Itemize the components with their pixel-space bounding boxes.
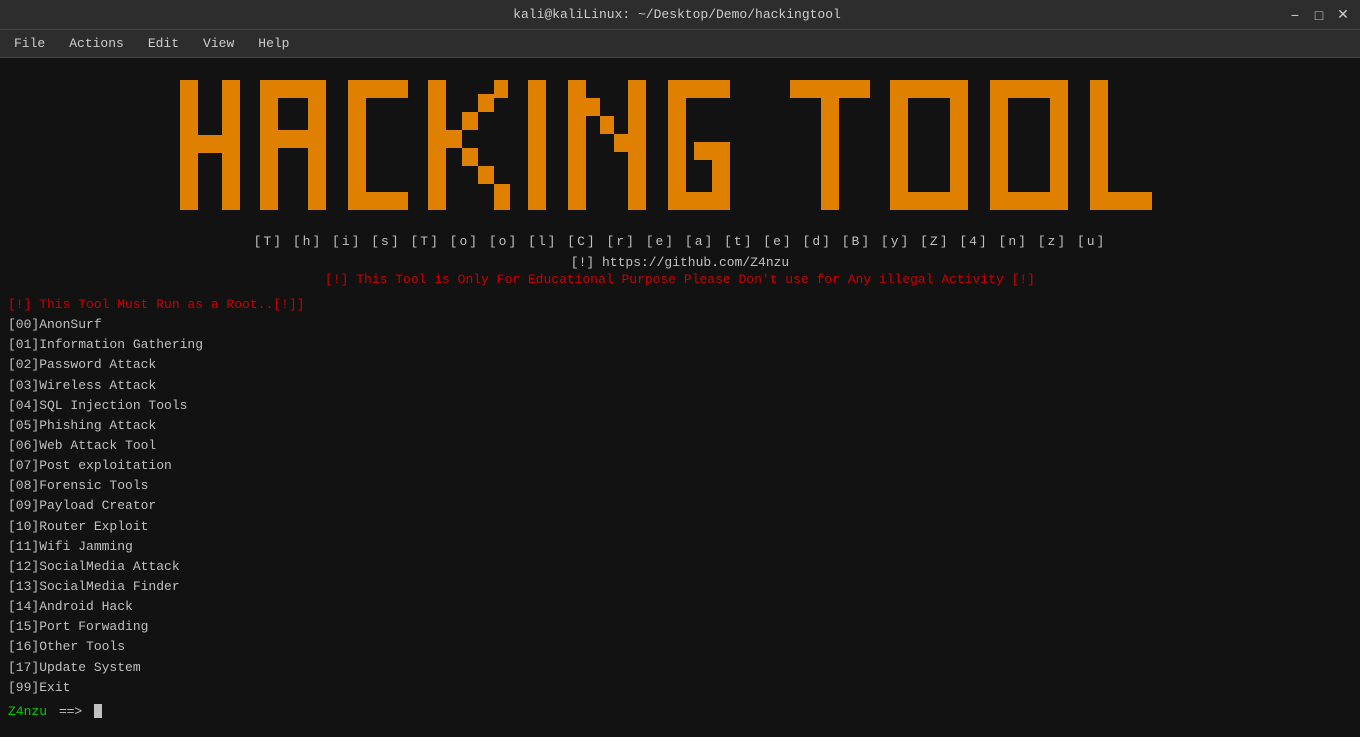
- title-bar: kali@kaliLinux: ~/Desktop/Demo/hackingto…: [0, 0, 1360, 30]
- menu-item-3[interactable]: [03]Wireless Attack: [8, 376, 1352, 396]
- menu-item-9[interactable]: [09]Payload Creator: [8, 496, 1352, 516]
- menu-item-0[interactable]: [00]AnonSurf: [8, 315, 1352, 335]
- menu-item-5[interactable]: [05]Phishing Attack: [8, 416, 1352, 436]
- menu-item-13[interactable]: [13]SocialMedia Finder: [8, 577, 1352, 597]
- warning-line: [!] This Tool is Only For Educational Pu…: [8, 272, 1352, 287]
- github-line: [!] https://github.com/Z4nzu: [8, 255, 1352, 270]
- banner-container: .px { fill: #e08000; }: [8, 70, 1352, 230]
- menu-item-6[interactable]: [06]Web Attack Tool: [8, 436, 1352, 456]
- minimize-button[interactable]: −: [1286, 6, 1304, 24]
- menu-item-18[interactable]: [99]Exit: [8, 678, 1352, 698]
- menu-item-15[interactable]: [15]Port Forwading: [8, 617, 1352, 637]
- menu-actions[interactable]: Actions: [59, 33, 134, 54]
- prompt-username: Z4nzu: [8, 704, 47, 719]
- menu-items-container: [00]AnonSurf[01]Information Gathering[02…: [8, 315, 1352, 698]
- maximize-button[interactable]: □: [1310, 6, 1328, 24]
- close-button[interactable]: ✕: [1334, 6, 1352, 24]
- menu-item-12[interactable]: [12]SocialMedia Attack: [8, 557, 1352, 577]
- root-warning-text: [!] This Tool Must Run as a Root..[!]]: [8, 295, 1352, 315]
- menu-edit[interactable]: Edit: [138, 33, 189, 54]
- subtitle-line: [T] [h] [i] [s] [T] [o] [o] [l] [C] [r] …: [8, 234, 1352, 249]
- menu-item-17[interactable]: [17]Update System: [8, 658, 1352, 678]
- prompt-line: Z4nzu ==>: [8, 704, 1352, 719]
- menu-view[interactable]: View: [193, 33, 244, 54]
- menu-item-16[interactable]: [16]Other Tools: [8, 637, 1352, 657]
- cursor: [94, 704, 102, 718]
- terminal: .px { fill: #e08000; }: [0, 58, 1360, 737]
- menu-bar: File Actions Edit View Help: [0, 30, 1360, 58]
- menu-help[interactable]: Help: [248, 33, 299, 54]
- menu-item-10[interactable]: [10]Router Exploit: [8, 517, 1352, 537]
- menu-item-2[interactable]: [02]Password Attack: [8, 355, 1352, 375]
- menu-item-8[interactable]: [08]Forensic Tools: [8, 476, 1352, 496]
- menu-item-14[interactable]: [14]Android Hack: [8, 597, 1352, 617]
- window-controls[interactable]: − □ ✕: [1286, 6, 1352, 24]
- window-title: kali@kaliLinux: ~/Desktop/Demo/hackingto…: [68, 7, 1286, 22]
- menu-item-7[interactable]: [07]Post exploitation: [8, 456, 1352, 476]
- menu-list: [!] This Tool Must Run as a Root..[!]] […: [8, 295, 1352, 698]
- hacking-tool-banner: .px { fill: #e08000; }: [170, 70, 1190, 230]
- menu-item-11[interactable]: [11]Wifi Jamming: [8, 537, 1352, 557]
- menu-item-1[interactable]: [01]Information Gathering: [8, 335, 1352, 355]
- menu-item-4[interactable]: [04]SQL Injection Tools: [8, 396, 1352, 416]
- prompt-arrow: ==>: [51, 704, 90, 719]
- menu-file[interactable]: File: [4, 33, 55, 54]
